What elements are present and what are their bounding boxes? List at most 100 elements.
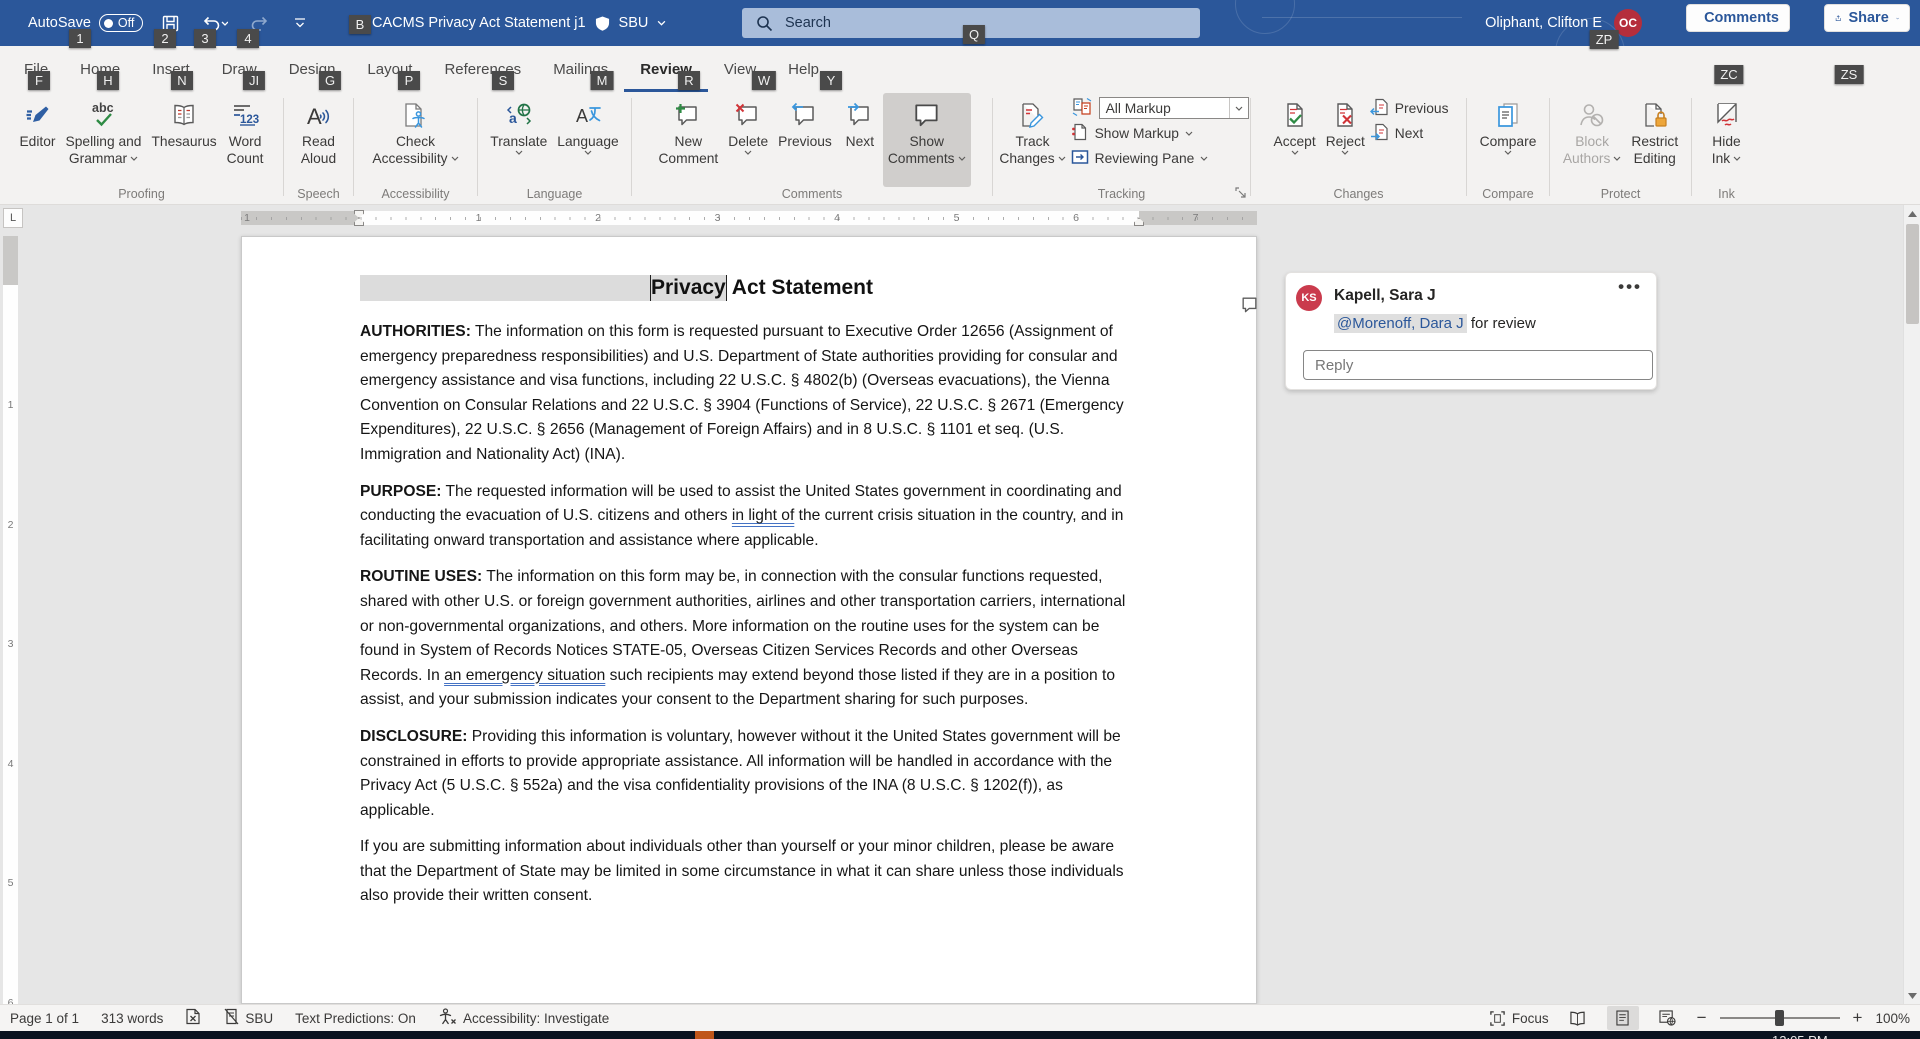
print-layout-button[interactable] <box>1607 1006 1639 1030</box>
text-predictions[interactable]: Text Predictions: On <box>295 1011 416 1026</box>
sensitivity-label[interactable]: SBU <box>619 15 649 31</box>
paragraph[interactable]: DISCLOSURE: Providing this information i… <box>360 725 1138 823</box>
ribbon-button-reviewing-pane[interactable]: Reviewing Pane <box>1071 147 1249 169</box>
dialog-launcher-tracking[interactable] <box>1235 187 1246 202</box>
paragraph[interactable]: ROUTINE USES: The information on this fo… <box>360 565 1138 713</box>
share-button-label: Share <box>1848 10 1888 26</box>
ribbon-button-check-accessibility[interactable]: CheckAccessibility <box>367 93 463 187</box>
share-icon <box>1835 10 1841 26</box>
show-markup-icon <box>1071 123 1089 144</box>
paragraph[interactable]: AUTHORITIES: The information on this for… <box>360 320 1138 468</box>
ribbon-button-previous-change[interactable]: Previous <box>1370 97 1449 119</box>
restrict-editing-label: Restrict <box>1631 133 1678 150</box>
editor-label: Editor <box>19 133 55 150</box>
accessibility-status[interactable]: Accessibility: Investigate <box>438 1008 609 1028</box>
ribbon-button-block-authors[interactable]: BlockAuthors <box>1558 93 1627 187</box>
tab-references[interactable]: References <box>428 46 537 92</box>
document-title-line[interactable]: Privacy Act Statement <box>360 273 1138 303</box>
document-paragraphs[interactable]: AUTHORITIES: The information on this for… <box>360 320 1138 909</box>
customize-qat-button[interactable] <box>287 10 313 36</box>
chevron-down-icon <box>657 20 666 26</box>
zoom-level[interactable]: 100% <box>1875 1011 1910 1026</box>
show-comments-label-2: Comments <box>888 150 966 167</box>
vertical-scrollbar[interactable] <box>1903 205 1920 1004</box>
vertical-ruler[interactable]: 123456 <box>3 236 18 1004</box>
ribbon-button-thesaurus[interactable]: Thesaurus <box>146 93 221 187</box>
ribbon-button-spelling-and-grammar[interactable]: abcSpelling andGrammar <box>61 93 147 187</box>
markup-select-value: All Markup <box>1100 101 1229 116</box>
keytip-tab-JI: JI <box>243 71 265 90</box>
markup-select-dropdown-button[interactable] <box>1229 98 1248 118</box>
account-area[interactable]: Oliphant, Clifton E OC <box>1485 0 1642 46</box>
zoom-out-button[interactable]: − <box>1697 1013 1707 1023</box>
ribbon-button-previous-comment[interactable]: Previous <box>773 93 837 187</box>
zoom-in-button[interactable]: + <box>1853 1013 1863 1023</box>
svg-text:abc: abc <box>92 101 114 115</box>
ribbon-button-editor[interactable]: Editor <box>14 93 60 187</box>
proofing-errors[interactable] <box>185 1008 202 1028</box>
ribbon-button-read-aloud[interactable]: AReadAloud <box>296 93 342 187</box>
keytip-qat-2: 2 <box>154 29 176 48</box>
comment-anchor-icon[interactable] <box>1182 271 1259 344</box>
read-aloud-icon: A <box>304 97 334 133</box>
document-title: CACMS Privacy Act Statement j1 <box>372 15 586 31</box>
comment-reply-input[interactable]: Reply <box>1303 350 1653 380</box>
new-comment-label-2: Comment <box>658 150 718 167</box>
ribbon-group-ink: HideInkInk <box>1692 92 1761 204</box>
spelling-and-grammar-label: Spelling and <box>66 133 142 150</box>
focus-mode-button[interactable]: Focus <box>1489 1010 1549 1027</box>
ribbon-button-reject[interactable]: Reject <box>1321 93 1370 187</box>
ribbon-button-language[interactable]: ALanguage <box>552 93 623 187</box>
scroll-up-button[interactable] <box>1904 205 1920 222</box>
selected-word[interactable]: Privacy <box>650 275 727 301</box>
ribbon-button-translate[interactable]: aTranslate <box>485 93 552 187</box>
focus-label: Focus <box>1512 1011 1549 1026</box>
horizontal-ruler[interactable]: 12345671 <box>241 211 1257 225</box>
zoom-slider-handle[interactable] <box>1775 1010 1784 1026</box>
ruler-number: 5 <box>4 877 17 889</box>
previous-comment-icon <box>790 97 820 133</box>
ribbon-button-track-changes[interactable]: TrackChanges <box>994 93 1070 187</box>
autosave-pill[interactable]: Off <box>99 14 143 32</box>
ribbon-button-delete-comment[interactable]: Delete <box>723 93 773 187</box>
scrollbar-thumb[interactable] <box>1906 224 1919 324</box>
paragraph[interactable]: If you are submitting information about … <box>360 835 1138 909</box>
paragraph[interactable]: PURPOSE: The requested information will … <box>360 480 1138 554</box>
web-layout-button[interactable] <box>1652 1006 1684 1030</box>
sensitivity-label[interactable]: SBU <box>224 1008 273 1028</box>
group-label-changes: Changes <box>1251 187 1466 204</box>
zoom-slider[interactable] <box>1720 1017 1840 1019</box>
comments-panel-button[interactable]: Comments <box>1686 4 1790 32</box>
word-count[interactable]: 313 words <box>101 1011 163 1026</box>
document-identity[interactable]: CACMS Privacy Act Statement j1 SBU <box>372 0 666 46</box>
comment-more-actions-button[interactable]: ••• <box>1618 277 1642 297</box>
ribbon-button-show-comments[interactable]: ShowComments <box>883 93 971 187</box>
document-title-text[interactable]: Act Statement <box>727 275 873 301</box>
ribbon-button-compare[interactable]: Compare <box>1475 93 1542 187</box>
ribbon-button-accept[interactable]: Accept <box>1269 93 1321 187</box>
ribbon-button-next-comment[interactable]: Next <box>837 93 883 187</box>
read-mode-button[interactable] <box>1562 1006 1594 1030</box>
accept-label-2 <box>1291 150 1299 155</box>
mention-chip[interactable]: @Morenoff, Dara J <box>1334 314 1467 333</box>
keytip-search: Q <box>963 25 985 44</box>
svg-text:A: A <box>576 106 588 126</box>
ribbon-button-new-comment[interactable]: NewComment <box>653 93 723 187</box>
scroll-down-button[interactable] <box>1904 987 1920 1004</box>
svg-text:123: 123 <box>240 114 259 126</box>
keytip-tab-N: N <box>171 71 193 90</box>
page-indicator[interactable]: Page 1 of 1 <box>10 1011 79 1026</box>
tab-stop-selector[interactable]: L <box>3 208 23 228</box>
ribbon-button-hide-ink[interactable]: HideInk <box>1704 93 1750 187</box>
track-changes-icon <box>1017 97 1047 133</box>
ribbon-button-next-change[interactable]: Next <box>1370 122 1449 144</box>
ribbon-button-restrict-editing[interactable]: RestrictEditing <box>1626 93 1683 187</box>
print-layout-icon <box>1616 1010 1629 1026</box>
ribbon-button-show-markup[interactable]: Show Markup <box>1071 122 1249 144</box>
share-button[interactable]: Share <box>1824 4 1910 32</box>
keytip-qat-1: 1 <box>69 29 91 48</box>
ribbon-button-word-count[interactable]: 123WordCount <box>222 93 269 187</box>
markup-select-combo[interactable]: All Markup <box>1099 97 1249 119</box>
document-page[interactable]: Privacy Act Statement AUTHORITIES: The i… <box>241 236 1257 1004</box>
comment-card[interactable]: KS Kapell, Sara J ••• @Morenoff, Dara J … <box>1285 272 1657 390</box>
